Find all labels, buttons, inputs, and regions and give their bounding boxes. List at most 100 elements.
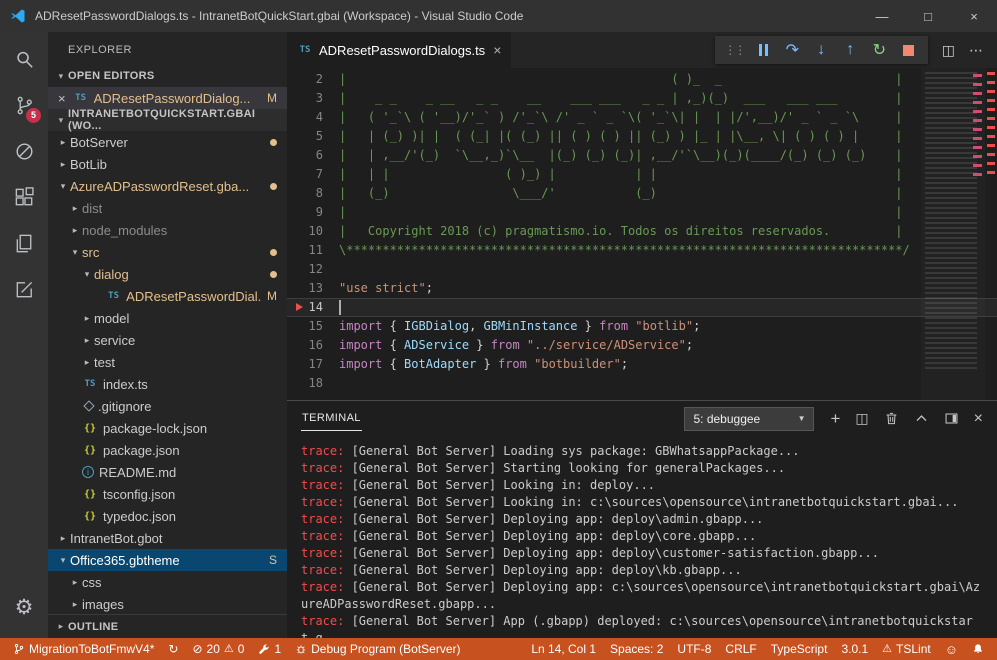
status-eol[interactable]: CRLF [718, 638, 763, 660]
status-language-mode[interactable]: TypeScript [764, 638, 835, 660]
chevron-down-icon: ▾ [56, 555, 70, 566]
close-button[interactable]: × [951, 0, 997, 32]
line-number[interactable]: 15 [287, 317, 339, 336]
kill-terminal-button[interactable] [884, 411, 899, 426]
tab-label: ADResetPasswordDialogs.ts [319, 43, 485, 58]
minimap[interactable] [921, 68, 985, 400]
line-number[interactable]: 6 [287, 146, 339, 165]
tab-close-icon[interactable]: × [493, 42, 501, 58]
split-terminal-button[interactable]: ◫ [855, 410, 868, 427]
workspace-section-header[interactable]: ▾ INTRANETBOTQUICKSTART.GBAI (WO... [48, 109, 287, 131]
tree-item-node-modules[interactable]: ▸node_modules [48, 219, 287, 241]
status-feedback[interactable]: ☺ [938, 638, 965, 660]
status-tasks[interactable]: 1 [251, 638, 288, 660]
more-icon[interactable]: ⋯ [969, 42, 983, 59]
outline-title: OUTLINE [68, 621, 118, 633]
vscode-logo-icon [10, 8, 26, 24]
tree-item-css[interactable]: ▸css [48, 571, 287, 593]
restart-button[interactable]: ↻ [865, 37, 894, 63]
status-debug-program[interactable]: Debug Program (BotServer) [288, 638, 467, 660]
tree-item-src[interactable]: ▾src [48, 241, 287, 263]
activity-settings-icon[interactable]: ⚙ [0, 584, 48, 630]
status-tslint[interactable]: ⚠TSLint [875, 638, 938, 660]
tree-item-intranetbot-gbot[interactable]: ▸IntranetBot.gbot [48, 527, 287, 549]
maximize-button[interactable]: □ [905, 0, 951, 32]
close-panel-button[interactable]: × [974, 411, 983, 427]
error-mark [987, 108, 995, 111]
activity-source-control-icon[interactable]: 5 [0, 82, 48, 128]
activity-debug-icon[interactable] [0, 128, 48, 174]
activity-pages-icon[interactable] [0, 220, 48, 266]
stop-button[interactable] [894, 37, 923, 63]
split-editor-button[interactable]: ◫ [942, 42, 955, 59]
overview-ruler[interactable] [985, 68, 997, 400]
line-number[interactable]: 9 [287, 203, 339, 222]
status-encoding[interactable]: UTF-8 [670, 638, 718, 660]
tree-item-botlib[interactable]: ▸BotLib [48, 153, 287, 175]
step-over-button[interactable]: ↷ [778, 37, 807, 63]
terminal-output[interactable]: trace: [General Bot Server] Loading sys … [287, 436, 997, 638]
line-number[interactable]: 12 [287, 260, 339, 279]
status-problems[interactable]: ⊘20⚠0 [185, 638, 251, 660]
git-modified-badge: M [261, 91, 277, 105]
status-ts-version[interactable]: 3.0.1 [834, 638, 875, 660]
tree-item-botserver[interactable]: ▸BotServer [48, 131, 287, 153]
tree-item-test[interactable]: ▸test [48, 351, 287, 373]
status-sync[interactable]: ↻ [161, 638, 185, 660]
tree-item-dialog[interactable]: ▾dialog [48, 263, 287, 285]
line-number[interactable]: 17 [287, 355, 339, 374]
tree-item-tsconfig-json[interactable]: {}tsconfig.json [48, 483, 287, 505]
line-number[interactable]: 3 [287, 89, 339, 108]
line-number[interactable]: 2 [287, 70, 339, 89]
status-git-branch[interactable]: MigrationToBotFmwV4* [6, 638, 161, 660]
tree-item-index-ts[interactable]: TSindex.ts [48, 373, 287, 395]
code-editor[interactable]: 2| ( )_ _ |3| _ _ _ __ _ _ __ ___ ___ _ … [287, 68, 997, 400]
step-into-button[interactable]: ↓ [807, 37, 836, 63]
tree-item-service[interactable]: ▸service [48, 329, 287, 351]
line-number[interactable]: 4 [287, 108, 339, 127]
step-out-button[interactable]: ↑ [836, 37, 865, 63]
tab-adresetpassworddialogs[interactable]: TS ADResetPasswordDialogs.ts × [287, 32, 511, 68]
tree-item-office365-gbtheme[interactable]: ▾Office365.gbthemeS [48, 549, 287, 571]
outline-section-header[interactable]: ▸ OUTLINE [48, 614, 287, 638]
open-editors-header[interactable]: ▾ OPEN EDITORS [48, 65, 287, 87]
error-mark [973, 128, 982, 131]
open-editor-item[interactable]: × TS ADResetPasswordDialog... M [48, 87, 287, 109]
terminal-selector[interactable]: 5: debuggee ▼ [684, 407, 814, 431]
line-number[interactable]: 14 [287, 298, 339, 317]
status-indentation[interactable]: Spaces: 2 [603, 638, 670, 660]
close-editor-icon[interactable]: × [58, 91, 66, 106]
tree-item-model[interactable]: ▸model [48, 307, 287, 329]
tree-item-package-lock-json[interactable]: {}package-lock.json [48, 417, 287, 439]
activity-extensions-icon[interactable] [0, 174, 48, 220]
activity-edit-icon[interactable] [0, 266, 48, 312]
code-line-content [339, 260, 997, 279]
line-number[interactable]: 13 [287, 279, 339, 298]
minimize-button[interactable]: — [859, 0, 905, 32]
panel-layout-button[interactable] [944, 411, 959, 426]
terminal-tab[interactable]: TERMINAL [301, 407, 362, 431]
maximize-panel-button[interactable] [914, 411, 929, 426]
line-number[interactable]: 5 [287, 127, 339, 146]
tree-item-typedoc-json[interactable]: {}typedoc.json [48, 505, 287, 527]
pause-button[interactable] [749, 37, 778, 63]
line-number[interactable]: 7 [287, 165, 339, 184]
line-number[interactable]: 10 [287, 222, 339, 241]
status-cursor-position[interactable]: Ln 14, Col 1 [524, 638, 603, 660]
terminal-line: trace: [General Bot Server] Looking in: … [301, 477, 987, 494]
line-number[interactable]: 8 [287, 184, 339, 203]
tree-item-images[interactable]: ▸images [48, 593, 287, 614]
grip-handle[interactable]: ⋮⋮ [720, 37, 749, 63]
line-number[interactable]: 16 [287, 336, 339, 355]
tree-item-readme-md[interactable]: iREADME.md [48, 461, 287, 483]
status-notifications[interactable] [965, 638, 991, 660]
new-terminal-button[interactable]: + [830, 410, 840, 427]
tree-item-dist[interactable]: ▸dist [48, 197, 287, 219]
tree-item-adresetpassworddial[interactable]: TSADResetPasswordDial...M [48, 285, 287, 307]
activity-search-icon[interactable] [0, 36, 48, 82]
tree-item-azureadpasswordreset-gba[interactable]: ▾AzureADPasswordReset.gba... [48, 175, 287, 197]
tree-item-gitignore[interactable]: .gitignore [48, 395, 287, 417]
line-number[interactable]: 18 [287, 374, 339, 393]
line-number[interactable]: 11 [287, 241, 339, 260]
tree-item-package-json[interactable]: {}package.json [48, 439, 287, 461]
